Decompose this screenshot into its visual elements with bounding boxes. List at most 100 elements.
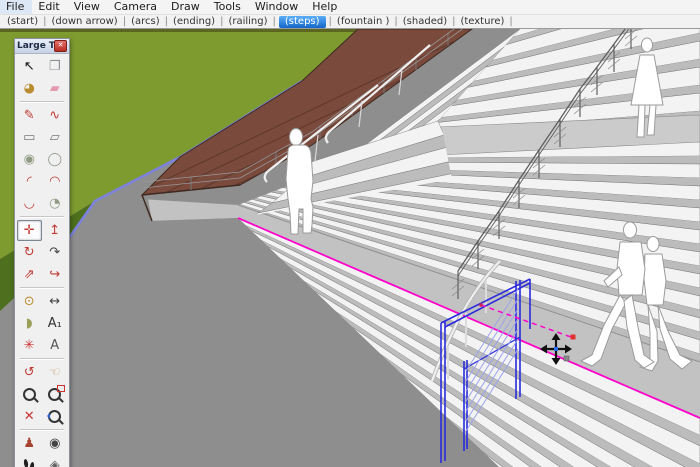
scale-icon: ⇗ [24, 266, 35, 283]
tool-grid: ↖ ❐ ◕ ▰ ✎ ∿▭ ▱ ◉ ◯ ◜ ◠ ◡ ◔ ✛ ↥ ↻ ↷ ⇗ ↪ ⊙ ↔ ◗ A₁ ✳ A ↺ ☜ ✕ ♟ ◉ ◈ [15, 54, 69, 467]
toolbar-separator [20, 287, 64, 289]
3d-text-icon: A [50, 337, 59, 354]
orbit-icon: ↺ [24, 364, 35, 381]
pan-tool-button[interactable]: ☜ [43, 362, 68, 383]
push-pull-icon: ↥ [49, 222, 60, 239]
offset-icon: ↪ [49, 266, 60, 283]
model-scene [0, 29, 700, 467]
tape-measure-icon: ⊙ [24, 293, 35, 310]
2-point-arc-tool-button[interactable]: ◠ [43, 171, 68, 192]
menu-item-edit[interactable]: Edit [32, 0, 67, 14]
protractor-icon: ◗ [26, 315, 33, 332]
zoom-window-icon [48, 388, 61, 401]
scene-tab-bar: (start)|(down arrow)|(arcs)|(ending)|(ra… [0, 15, 700, 29]
scene-tab-railing[interactable]: (railing) [224, 16, 271, 28]
rectangle-tool-button[interactable]: ▭ [17, 127, 42, 148]
text-tool-button[interactable]: A₁ [43, 313, 68, 334]
walk-tool-button[interactable] [17, 455, 42, 467]
arc-tool-button[interactable]: ◜ [17, 171, 42, 192]
zoom-previous-icon [48, 410, 61, 423]
close-icon[interactable]: ✕ [54, 40, 67, 52]
3d-text-tool-button[interactable]: A [43, 335, 68, 356]
palette-title: Large T... [17, 41, 54, 51]
2-point-arc-icon: ◠ [49, 173, 60, 190]
offset-tool-button[interactable]: ↪ [43, 264, 68, 285]
menu-item-help[interactable]: Help [306, 0, 345, 14]
toolbar-separator [20, 429, 64, 431]
scene-tab-downarrow[interactable]: (down arrow) [47, 16, 121, 28]
menu-item-draw[interactable]: Draw [165, 0, 208, 14]
scene-tab-arcs[interactable]: (arcs) [127, 16, 164, 28]
polygon-icon: ◯ [47, 151, 62, 168]
axes-tool-button[interactable]: ✳ [17, 335, 42, 356]
scene-tab-texture[interactable]: (texture) [456, 16, 508, 28]
circle-tool-button[interactable]: ◉ [17, 149, 42, 170]
paint-bucket-icon: ◕ [24, 80, 35, 97]
menu-item-tools[interactable]: Tools [208, 0, 249, 14]
scene-tab-shaded[interactable]: (shaded) [399, 16, 451, 28]
follow-me-icon: ↷ [49, 244, 60, 261]
toolbar-separator [20, 216, 64, 218]
move-tool-button[interactable]: ✛ [17, 220, 42, 241]
rotate-icon: ↻ [24, 244, 35, 261]
scene-tab-ending[interactable]: (ending) [169, 16, 219, 28]
circle-icon: ◉ [24, 151, 35, 168]
3-point-arc-tool-button[interactable]: ◡ [17, 193, 42, 214]
scene-tab-start[interactable]: (start) [3, 16, 42, 28]
eraser-tool-button[interactable]: ▰ [43, 78, 68, 99]
make-component-icon: ❐ [49, 58, 61, 75]
palette-title-bar[interactable]: Large T... ✕ [15, 39, 69, 54]
large-tool-set-palette: Large T... ✕ ↖ ❐ ◕ ▰ ✎ ∿▭ ▱ ◉ ◯ ◜ ◠ ◡ ◔ ✛ ↥ ↻ ↷ ⇗ ↪ ⊙ ↔ ◗ A₁ ✳ A… [14, 38, 70, 467]
viewport-3d[interactable] [0, 28, 700, 467]
line-icon: ✎ [24, 107, 35, 124]
rotated-rectangle-tool-button[interactable]: ▱ [43, 127, 68, 148]
scene-tab-fountain[interactable]: (fountain ) [333, 16, 393, 28]
tape-measure-tool-button[interactable]: ⊙ [17, 291, 42, 312]
protractor-tool-button[interactable]: ◗ [17, 313, 42, 334]
orbit-tool-button[interactable]: ↺ [17, 362, 42, 383]
zoom-previous-tool-button[interactable] [43, 406, 68, 427]
menu-item-view[interactable]: View [68, 0, 108, 14]
pie-tool-button[interactable]: ◔ [43, 193, 68, 214]
make-component-tool-button[interactable]: ❐ [43, 56, 68, 77]
menu-bar: FileEditViewCameraDrawToolsWindowHelp [0, 0, 700, 15]
rotated-rectangle-icon: ▱ [50, 129, 60, 146]
look-around-icon: ◉ [49, 435, 60, 452]
axes-icon: ✳ [24, 337, 35, 354]
dimension-icon: ↔ [49, 293, 60, 310]
menu-item-window[interactable]: Window [249, 0, 306, 14]
menu-item-camera[interactable]: Camera [108, 0, 165, 14]
select-tool-button[interactable]: ↖ [17, 56, 42, 77]
tab-separator: | [272, 16, 277, 27]
toolbar-separator [20, 358, 64, 360]
position-camera-icon: ♟ [23, 435, 35, 452]
push-pull-tool-button[interactable]: ↥ [43, 220, 68, 241]
freehand-tool-button[interactable]: ∿ [43, 105, 68, 126]
section-plane-tool-button[interactable]: ◈ [43, 455, 68, 467]
3-point-arc-icon: ◡ [24, 195, 35, 212]
walk-icon [23, 459, 35, 467]
look-around-tool-button[interactable]: ◉ [43, 433, 68, 454]
sketchup-window: FileEditViewCameraDrawToolsWindowHelp (s… [0, 0, 700, 467]
menu-item-file[interactable]: File [0, 0, 32, 14]
zoom-tool-button[interactable] [17, 384, 42, 405]
follow-me-tool-button[interactable]: ↷ [43, 242, 68, 263]
rotate-tool-button[interactable]: ↻ [17, 242, 42, 263]
pie-icon: ◔ [49, 195, 60, 212]
position-camera-tool-button[interactable]: ♟ [17, 433, 42, 454]
move-icon: ✛ [24, 222, 35, 239]
line-tool-button[interactable]: ✎ [17, 105, 42, 126]
paint-bucket-tool-button[interactable]: ◕ [17, 78, 42, 99]
text-icon: A₁ [48, 315, 62, 332]
tab-separator: | [508, 16, 513, 27]
polygon-tool-button[interactable]: ◯ [43, 149, 68, 170]
scale-tool-button[interactable]: ⇗ [17, 264, 42, 285]
dimension-tool-button[interactable]: ↔ [43, 291, 68, 312]
zoom-extents-tool-button[interactable]: ✕ [17, 406, 42, 427]
pan-icon: ☜ [49, 364, 61, 381]
select-icon: ↖ [24, 58, 35, 75]
eraser-icon: ▰ [50, 80, 60, 97]
scene-tab-steps[interactable]: (steps) [279, 16, 326, 28]
arc-icon: ◜ [27, 173, 32, 190]
zoom-window-tool-button[interactable] [43, 384, 68, 405]
